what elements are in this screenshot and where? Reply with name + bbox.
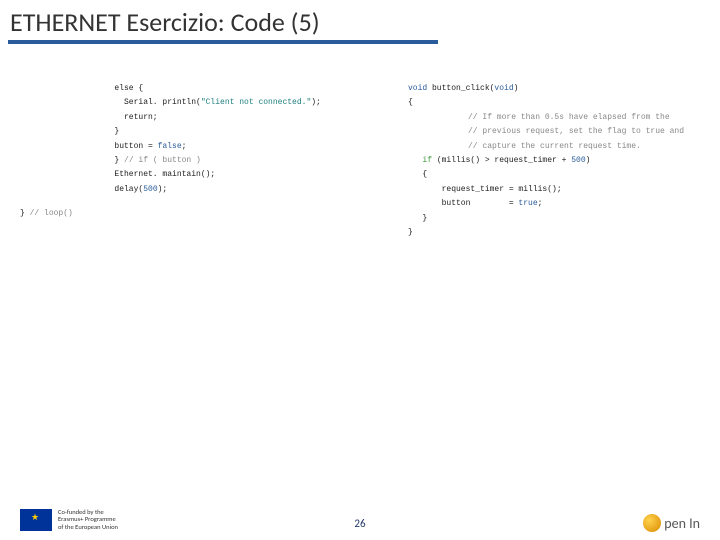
footer: Co-funded by the Erasmus+ Programme of t… (0, 509, 720, 532)
code-line: } (100, 125, 380, 139)
code-line: } // if ( button ) (100, 154, 380, 168)
openin-logo: pen In (643, 514, 700, 532)
code-line: button = false; (100, 140, 380, 154)
code-comment: // If more than 0.5s have elapsed from t… (408, 111, 698, 125)
code-line: Serial. println("Client not connected.")… (100, 96, 380, 110)
code-line: return; (100, 111, 380, 125)
code-line: button = true; (408, 197, 698, 211)
eu-cofunded-text: Co-funded by the Erasmus+ Programme of t… (58, 509, 118, 532)
code-comment: // previous request, set the flag to tru… (408, 125, 698, 139)
code-column-left: else { Serial. println("Client not conne… (100, 82, 380, 240)
code-line: Ethernet. maintain(); (100, 168, 380, 182)
code-line: { (408, 168, 698, 182)
code-line: delay(500); (100, 183, 380, 197)
code-line: } (408, 212, 698, 226)
code-line: { (408, 96, 698, 110)
code-column-right: void button_click(void) { // If more tha… (408, 82, 698, 240)
openin-logo-icon (643, 514, 661, 532)
code-line: request_timer = millis(); (408, 183, 698, 197)
code-line: else { (100, 82, 380, 96)
openin-logo-text: pen In (664, 515, 700, 532)
slide-title: ETHERNET Esercizio: Code (5) (10, 6, 320, 38)
code-line: if (millis() > request_timer + 500) (408, 154, 698, 168)
code-comment: // capture the current request time. (408, 140, 698, 154)
code-line: } (408, 226, 698, 240)
code-block: else { Serial. println("Client not conne… (100, 82, 700, 240)
title-underline (8, 40, 438, 44)
code-line: void button_click(void) (408, 82, 698, 96)
code-line: } // loop() (20, 207, 380, 221)
eu-cofunded-block: Co-funded by the Erasmus+ Programme of t… (20, 509, 118, 532)
eu-flag-icon (20, 509, 52, 531)
